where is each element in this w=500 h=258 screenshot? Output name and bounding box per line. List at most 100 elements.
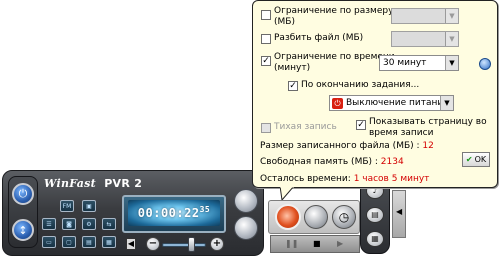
- remote-button[interactable]: ▤: [366, 207, 384, 223]
- power-icon: ⏻: [332, 97, 343, 109]
- time-left-label: Осталось времени:: [260, 174, 351, 184]
- keypad-button[interactable]: ▦: [366, 231, 384, 247]
- time-limit-value: 30 минут: [383, 58, 427, 68]
- time-left-row: Осталось времени: 1 часов 5 минут: [260, 174, 429, 184]
- teletext-icon: ▤: [86, 238, 92, 246]
- pause-icon[interactable]: ❚❚: [285, 239, 298, 248]
- split-file-checkbox[interactable]: [261, 34, 271, 44]
- chevron-down-icon: ▼: [445, 9, 458, 23]
- channel-up-knob[interactable]: [234, 189, 258, 213]
- snapshot-button[interactable]: ◙: [62, 218, 76, 230]
- split-file-label: Разбить файл (МБ): [274, 33, 364, 43]
- checkmark-icon: ✓: [357, 120, 365, 130]
- volume-down-button[interactable]: −: [146, 237, 160, 251]
- app-logo: WinFast PVR 2: [44, 177, 154, 193]
- volume-minus-icon: −: [148, 238, 158, 249]
- channel-list-button[interactable]: ☰: [42, 218, 56, 230]
- gear-icon: ⚙: [86, 220, 92, 228]
- stop-icon[interactable]: ■: [313, 239, 321, 248]
- expand-panel-button[interactable]: ◀: [392, 190, 406, 238]
- time-limit-label: Ограничение по времени (минут): [274, 52, 395, 74]
- on-finish-checkbox[interactable]: ✓: [288, 81, 298, 91]
- size-limit-label-line1: Ограничение по размеру: [274, 6, 394, 16]
- chevron-down-icon: ▼: [445, 56, 458, 70]
- show-page-label: Показывать страницу во время записи: [369, 117, 487, 139]
- size-limit-label-line2: (МБ): [274, 17, 295, 27]
- time-picker-icon[interactable]: [479, 58, 491, 70]
- info-button[interactable]: ↕: [12, 219, 34, 241]
- split-file-select[interactable]: ▼: [391, 31, 459, 47]
- remote-icon: ▤: [371, 210, 379, 219]
- camera-icon: ◙: [66, 220, 72, 228]
- right-button-pod: ♪ ▤ ▦: [360, 178, 390, 254]
- volume-slider-track[interactable]: [162, 243, 206, 247]
- channel-down-knob[interactable]: [234, 216, 258, 240]
- power-button[interactable]: ⏻: [12, 183, 34, 205]
- pip-button[interactable]: ▭: [42, 236, 56, 248]
- mute-icon: ◀: [127, 239, 135, 248]
- time-frames: 35: [199, 205, 211, 214]
- checkmark-icon: ✔: [465, 155, 473, 164]
- time-limit-checkbox[interactable]: ✓: [261, 56, 271, 66]
- schedule-button[interactable]: ◷: [332, 205, 356, 229]
- recorded-size-row: Размер записанного файла (МБ) : 12: [260, 141, 434, 151]
- recorded-size-value: 12: [422, 141, 434, 151]
- fm-button[interactable]: FM: [60, 200, 74, 212]
- model-text: PVR 2: [104, 177, 143, 190]
- clock-icon: ◷: [338, 210, 350, 224]
- size-limit-checkbox[interactable]: [261, 10, 271, 20]
- finish-action-value: Выключение питани: [346, 98, 440, 108]
- brand-text: WinFast: [44, 177, 97, 190]
- show-page-label-line1: Показывать страницу во: [369, 117, 487, 127]
- show-page-label-line2: время записи: [369, 128, 434, 138]
- show-page-checkbox[interactable]: ✓: [356, 120, 366, 130]
- fullscreen-icon: ▢: [66, 238, 72, 246]
- fullscreen-button[interactable]: ▢: [62, 236, 76, 248]
- silent-record-label: Тихая запись: [274, 122, 337, 132]
- settings-button[interactable]: ⚙: [82, 218, 96, 230]
- time-limit-label-line1: Ограничение по времени: [274, 52, 395, 62]
- timeshift-button[interactable]: [304, 205, 328, 229]
- recorded-size-label: Размер записанного файла (МБ) :: [260, 141, 420, 151]
- volume-plus-icon: +: [212, 238, 222, 249]
- ok-label: OK: [474, 155, 487, 164]
- finish-action-select[interactable]: ⏻ Выключение питани ▼: [329, 95, 454, 111]
- chevron-down-icon: ▼: [440, 96, 453, 110]
- keypad-icon: ▦: [371, 234, 379, 243]
- size-limit-select[interactable]: ▼: [391, 8, 459, 24]
- mute-button[interactable]: ◀: [126, 238, 136, 250]
- play-icon[interactable]: ▶: [337, 239, 343, 248]
- swap-button[interactable]: ⇆: [102, 218, 116, 230]
- free-memory-row: Свободная память (МБ) : 2134: [260, 157, 404, 167]
- chevron-left-icon: ◀: [396, 207, 403, 216]
- teletext-button[interactable]: ▤: [82, 236, 96, 248]
- info-icon: ↕: [18, 223, 28, 237]
- time-value: 00:00:22: [137, 206, 200, 220]
- silent-record-checkbox[interactable]: [261, 123, 271, 133]
- volume-slider-thumb[interactable]: [187, 237, 195, 252]
- left-button-pod: ⏻ ↕: [8, 176, 38, 248]
- checkmark-icon: ✓: [262, 56, 270, 66]
- popup-tail: [280, 186, 294, 200]
- free-memory-value: 2134: [380, 157, 404, 167]
- pip-icon: ▭: [46, 238, 52, 246]
- ok-button[interactable]: ✔ OK: [462, 152, 490, 167]
- record-button[interactable]: [275, 204, 301, 230]
- list-icon: ☰: [46, 220, 52, 228]
- fm-label: FM: [62, 202, 72, 210]
- transport-strip: ❚❚ ■ ▶: [270, 235, 360, 253]
- epg-button[interactable]: ▦: [102, 236, 116, 248]
- time-limit-label-line2: (минут): [274, 63, 311, 73]
- time-readout: 00:00:2235: [128, 205, 220, 221]
- time-limit-select[interactable]: 30 минут ▼: [379, 55, 459, 71]
- tv-button[interactable]: ▣: [82, 200, 96, 212]
- on-finish-label: По окончанию задания...: [301, 80, 420, 90]
- swap-icon: ⇆: [106, 220, 112, 228]
- time-left-value: 1 часов 5 минут: [353, 174, 430, 184]
- free-memory-label: Свободная память (МБ) :: [260, 157, 378, 167]
- size-limit-label: Ограничение по размеру (МБ): [274, 6, 393, 28]
- chevron-down-icon: ▼: [445, 32, 458, 46]
- power-icon: ⏻: [18, 187, 28, 200]
- volume-up-button[interactable]: +: [210, 237, 224, 251]
- epg-icon: ▦: [106, 238, 112, 246]
